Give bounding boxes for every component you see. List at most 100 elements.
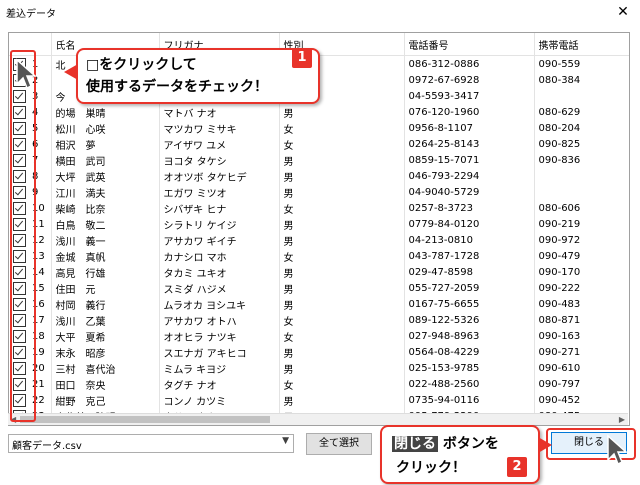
cell-tel[interactable]: 0779-84-0120 (404, 216, 535, 232)
cell-tel[interactable]: 0564-08-4229 (404, 344, 535, 360)
cell-sex[interactable]: 男 (279, 104, 405, 120)
table-row[interactable]: 4 的場 巣晴 マトバ ナオ男 076-120-1960 080-629 (9, 104, 629, 120)
scroll-right-icon[interactable]: ▶ (619, 414, 625, 425)
cell-sex[interactable]: 男 (279, 184, 405, 200)
cell-tel[interactable]: 0257-8-3723 (404, 200, 535, 216)
cell-kana[interactable]: マツカワ ミサキ (159, 120, 280, 136)
cell-mobile[interactable]: 080-629 (534, 104, 629, 120)
table-row[interactable]: 6 相沢 夢アイザワ ユメ女 0264-25-8143 090-825 (9, 136, 629, 152)
col-header-tel[interactable]: 電話番号 (404, 33, 535, 56)
cell-mobile[interactable]: 090-972 (534, 232, 629, 248)
file-select[interactable]: 顧客データ.csv ▼ (8, 434, 294, 453)
cell-sex[interactable]: 男 (279, 296, 405, 312)
table-row[interactable]: 12 浅川 義一 アサカワ ギイチ男 04-213-0810 090-972 (9, 232, 629, 248)
cell-name[interactable]: 的場 巣晴 (51, 104, 160, 120)
cell-tel[interactable]: 089-122-5326 (404, 312, 535, 328)
cell-mobile[interactable]: 090-483 (534, 296, 629, 312)
cell-tel[interactable]: 0972-67-6928 (404, 72, 535, 88)
table-row[interactable]: 8 大坪 武英 オオツボ タケヒデ男 046-793-2294 (9, 168, 629, 184)
horizontal-scrollbar[interactable]: ◀ ▶ (8, 413, 628, 425)
cell-name[interactable]: 村岡 義行 (51, 296, 160, 312)
cell-sex[interactable]: 女 (279, 120, 405, 136)
cell-kana[interactable]: オオヒラ ナツキ (159, 328, 280, 344)
cell-tel[interactable]: 046-793-2294 (404, 168, 535, 184)
cell-mobile[interactable]: 090-559 (534, 55, 629, 72)
cell-name[interactable]: 大平 夏希 (51, 328, 160, 344)
cell-sex[interactable]: 男 (279, 152, 405, 168)
cell-sex[interactable]: 男 (279, 392, 405, 408)
cell-tel[interactable]: 0735-94-0116 (404, 392, 535, 408)
table-row[interactable]: 18 大平 夏希 オオヒラ ナツキ女 027-948-8963 090-163 (9, 328, 629, 344)
cell-mobile[interactable]: 080-871 (534, 312, 629, 328)
cell-tel[interactable]: 04-9040-5729 (404, 184, 535, 200)
cell-name[interactable]: 末永 昭彦 (51, 344, 160, 360)
cell-tel[interactable]: 04-213-0810 (404, 232, 535, 248)
scroll-thumb[interactable] (20, 416, 270, 423)
cell-sex[interactable]: 女 (279, 312, 405, 328)
cell-kana[interactable]: タグチ ナオ (159, 376, 280, 392)
cell-sex[interactable]: 女 (279, 200, 405, 216)
cell-name[interactable]: 高見 行雄 (51, 264, 160, 280)
table-row[interactable]: 15 住田 元スミダ ハジメ男 055-727-2059 090-222 (9, 280, 629, 296)
cell-mobile[interactable]: 090-219 (534, 216, 629, 232)
table-row[interactable]: 11 白鳥 敬二 シラトリ ケイジ男 0779-84-0120 090-219 (9, 216, 629, 232)
cell-mobile[interactable]: 090-825 (534, 136, 629, 152)
cell-kana[interactable]: エガワ ミツオ (159, 184, 280, 200)
cell-kana[interactable]: オオツボ タケヒデ (159, 168, 280, 184)
cell-kana[interactable]: スミダ ハジメ (159, 280, 280, 296)
cell-tel[interactable]: 055-727-2059 (404, 280, 535, 296)
cell-mobile[interactable]: 080-606 (534, 200, 629, 216)
cell-name[interactable]: 大坪 武英 (51, 168, 160, 184)
cell-kana[interactable]: シバザキ ヒナ (159, 200, 280, 216)
table-row[interactable]: 10 柴崎 比奈 シバザキ ヒナ女 0257-8-3723 080-606 (9, 200, 629, 216)
table-row[interactable]: 16 村岡 義行 ムラオカ ヨシユキ男 0167-75-6655 090-483 (9, 296, 629, 312)
cell-tel[interactable]: 025-153-9785 (404, 360, 535, 376)
table-row[interactable]: 13 金城 真帆 カナシロ マホ女 043-787-1728 090-479 (9, 248, 629, 264)
cell-sex[interactable]: 女 (279, 376, 405, 392)
cell-mobile[interactable]: 090-797 (534, 376, 629, 392)
cell-kana[interactable]: ヨコタ タケシ (159, 152, 280, 168)
cell-mobile[interactable]: 090-452 (534, 392, 629, 408)
cell-mobile[interactable]: 080-384 (534, 72, 629, 88)
cell-sex[interactable]: 男 (279, 344, 405, 360)
cell-mobile[interactable]: 090-479 (534, 248, 629, 264)
cell-name[interactable]: 江川 満夫 (51, 184, 160, 200)
cell-mobile[interactable]: 090-836 (534, 152, 629, 168)
table-row[interactable]: 14 高見 行雄 タカミ ユキオ男 029-47-8598 090-170 (9, 264, 629, 280)
cell-sex[interactable]: 男 (279, 264, 405, 280)
cell-mobile[interactable]: 090-271 (534, 344, 629, 360)
cell-kana[interactable]: カナシロ マホ (159, 248, 280, 264)
cell-mobile[interactable]: 090-610 (534, 360, 629, 376)
cell-name[interactable]: 柴崎 比奈 (51, 200, 160, 216)
select-all-button[interactable]: 全て選択 (306, 433, 372, 455)
checkbox-checked-icon[interactable] (13, 426, 26, 427)
cell-kana[interactable]: マトバ ナオ (159, 104, 280, 120)
cell-sex[interactable]: 女 (279, 136, 405, 152)
cell-kana[interactable]: アサカワ オトハ (159, 312, 280, 328)
table-row[interactable]: 19 末永 昭彦 スエナガ アキヒコ男 0564-08-4229 090-271 (9, 344, 629, 360)
col-header-mobile[interactable]: 携帯電話 (534, 33, 629, 56)
cell-kana[interactable]: ミムラ キヨジ (159, 360, 280, 376)
cell-tel[interactable]: 027-948-8963 (404, 328, 535, 344)
cell-mobile[interactable] (534, 184, 629, 200)
window-close-button[interactable]: ✕ (606, 0, 640, 24)
cell-name[interactable]: 白鳥 敬二 (51, 216, 160, 232)
table-row[interactable]: 17 浅川 乙葉 アサカワ オトハ女 089-122-5326 080-871 (9, 312, 629, 328)
cell-tel[interactable]: 076-120-1960 (404, 104, 535, 120)
cell-tel[interactable]: 022-488-2560 (404, 376, 535, 392)
cell-sex[interactable]: 男 (279, 216, 405, 232)
cell-sex[interactable]: 男 (279, 280, 405, 296)
cell-name[interactable]: 相沢 夢 (51, 136, 160, 152)
cell-name[interactable]: 田口 奈央 (51, 376, 160, 392)
cell-kana[interactable]: アイザワ ユメ (159, 136, 280, 152)
cell-name[interactable]: 三村 喜代治 (51, 360, 160, 376)
cell-sex[interactable]: 女 (279, 328, 405, 344)
cell-mobile[interactable]: 090-170 (534, 264, 629, 280)
cell-tel[interactable]: 0859-15-7071 (404, 152, 535, 168)
cell-kana[interactable]: アサカワ ギイチ (159, 232, 280, 248)
cell-kana[interactable]: シラトリ ケイジ (159, 216, 280, 232)
table-row[interactable]: 20 三村 喜代治 ミムラ キヨジ男 025-153-9785 090-610 (9, 360, 629, 376)
cell-kana[interactable]: ムラオカ ヨシユキ (159, 296, 280, 312)
cell-kana[interactable]: スエナガ アキヒコ (159, 344, 280, 360)
cell-tel[interactable]: 0264-25-8143 (404, 136, 535, 152)
